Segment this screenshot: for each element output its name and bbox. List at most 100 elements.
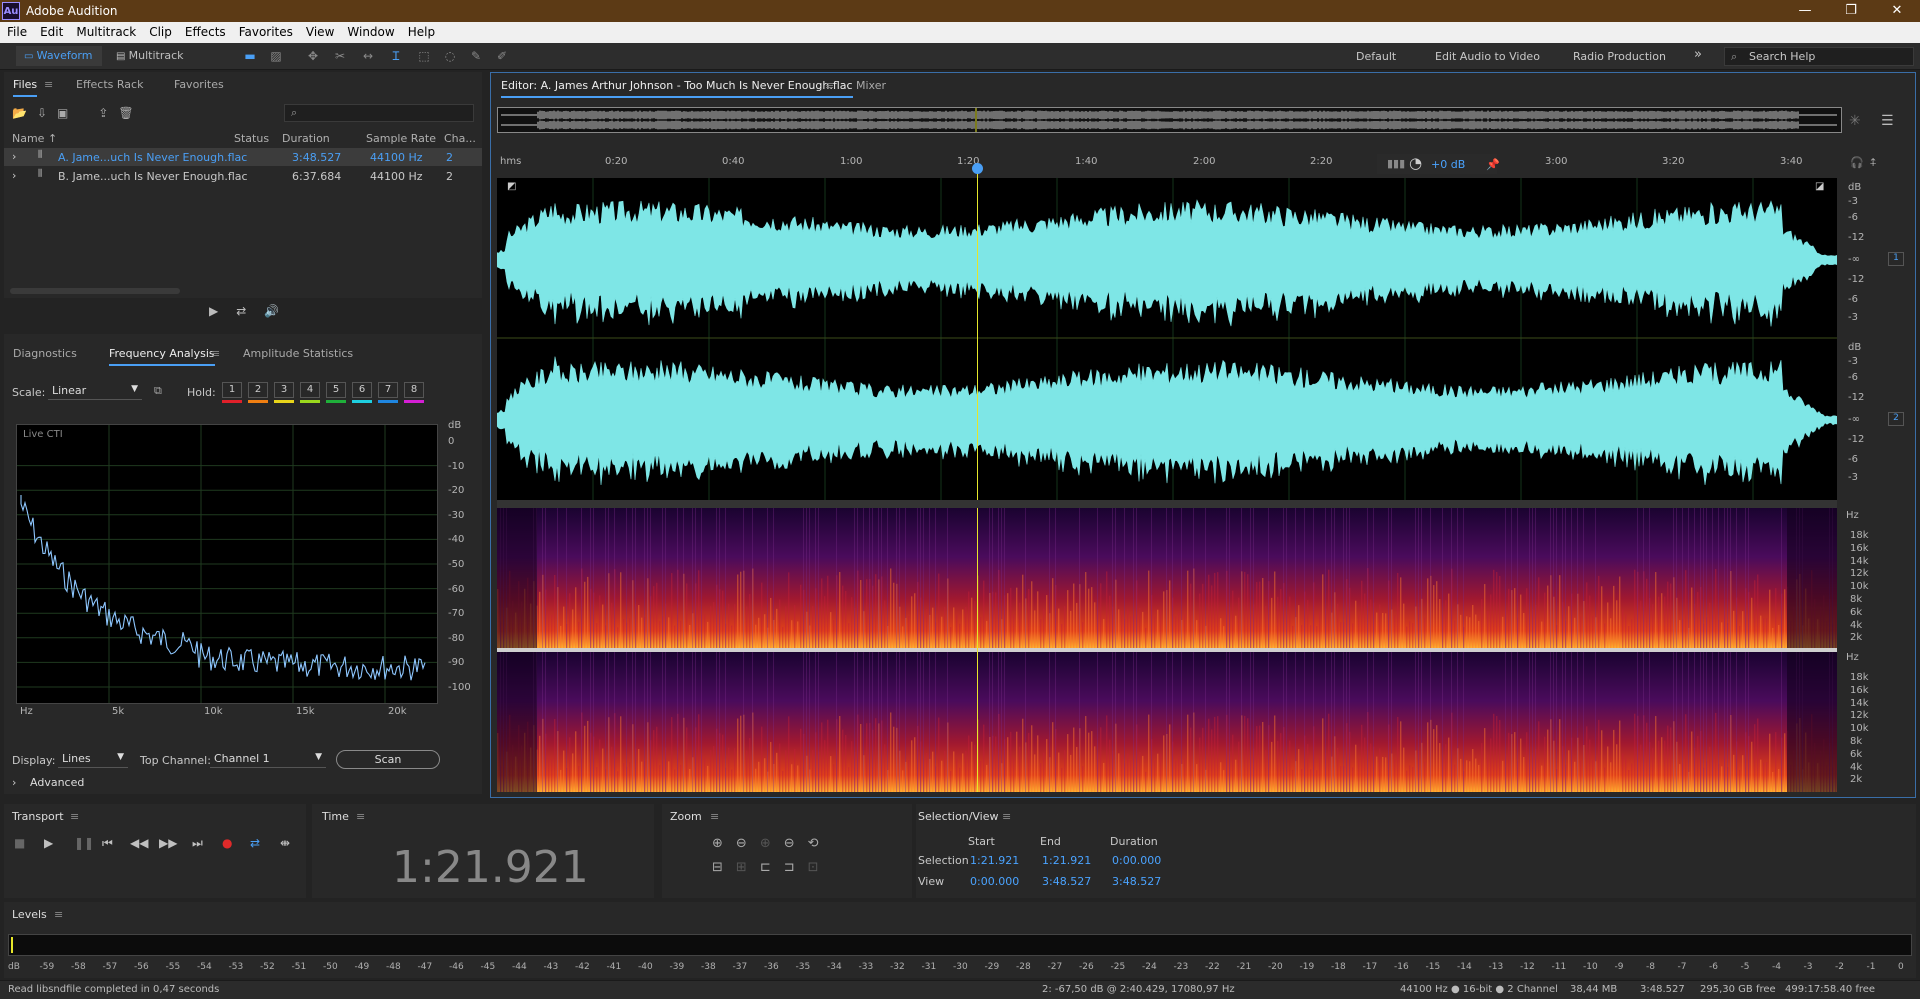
brush-tool-icon[interactable]: ✎ — [468, 49, 484, 63]
view-duration[interactable]: 3:48.527 — [1112, 875, 1161, 888]
hold-button-8[interactable]: 8 — [404, 382, 424, 398]
search-help-input[interactable]: ⌕ Search Help — [1724, 47, 1914, 66]
play-preview-icon[interactable]: ▶ — [209, 304, 236, 318]
panel-menu-icon[interactable]: ≡ — [70, 810, 79, 823]
panel-menu-icon[interactable]: ≡ — [1002, 810, 1011, 823]
settings-menu-icon[interactable]: ☰ — [1881, 113, 1894, 129]
spectral-display[interactable] — [497, 508, 1837, 792]
workspace-radio-production[interactable]: Radio Production — [1573, 50, 1666, 63]
advanced-expand-icon[interactable]: › — [12, 776, 16, 789]
menu-help[interactable]: Help — [401, 22, 441, 39]
zoom-out-amplitude-icon[interactable]: ⊖ — [736, 836, 760, 851]
view-end[interactable]: 3:48.527 — [1042, 875, 1091, 888]
marker-icon[interactable]: ⍏ — [1870, 156, 1877, 170]
selection-start[interactable]: 1:21.921 — [970, 854, 1019, 867]
zoom-in-time-icon[interactable]: ⊕ — [760, 836, 784, 851]
spectral-pitch-icon[interactable]: ▨ — [268, 49, 284, 63]
zoom-navigator-icon[interactable]: ✳ — [1849, 113, 1861, 129]
selection-end[interactable]: 1:21.921 — [1042, 854, 1091, 867]
hold-button-5[interactable]: 5 — [326, 382, 346, 398]
tab-effects-rack[interactable]: Effects Rack — [76, 78, 143, 91]
panel-menu-icon[interactable]: ≡ — [44, 78, 53, 91]
spectral-display-icon[interactable]: ▬ — [242, 49, 258, 63]
top-channel-dropdown[interactable]: Channel 1 ▼ — [210, 750, 326, 768]
hold-button-3[interactable]: 3 — [274, 382, 294, 398]
menu-window[interactable]: Window — [340, 22, 400, 39]
move-tool-icon[interactable]: ✥ — [305, 49, 321, 63]
col-name[interactable]: Name ↑ — [12, 132, 57, 145]
autoplay-icon[interactable]: 🔊 — [264, 304, 297, 318]
tab-files[interactable]: Files — [13, 78, 38, 97]
view-start[interactable]: 0:00.000 — [970, 875, 1019, 888]
razor-tool-icon[interactable]: ✂ — [332, 49, 348, 63]
hold-button-4[interactable]: 4 — [300, 382, 320, 398]
maximize-button[interactable]: ❐ — [1828, 0, 1874, 22]
tab-editor[interactable]: Editor: A. James Arthur Johnson - Too Mu… — [501, 79, 853, 98]
expand-icon[interactable]: › — [12, 169, 16, 182]
selection-duration[interactable]: 0:00.000 — [1112, 854, 1161, 867]
panel-menu-icon[interactable]: ≡ — [710, 810, 719, 823]
minimize-button[interactable]: — — [1782, 0, 1828, 22]
file-row[interactable]: › ⫼ B. Jame...uch Is Never Enough.flac 6… — [4, 167, 482, 185]
playhead[interactable] — [977, 167, 978, 500]
tab-frequency-analysis[interactable]: Frequency Analysis — [109, 347, 215, 366]
scan-button[interactable]: Scan — [336, 750, 440, 769]
delete-icon[interactable]: 🗑 — [118, 106, 143, 120]
tab-favorites[interactable]: Favorites — [174, 78, 224, 91]
multitrack-view-button[interactable]: ▤ Multitrack — [108, 46, 192, 66]
skip-end-button[interactable]: ⏭ — [192, 836, 203, 851]
menu-edit[interactable]: Edit — [33, 22, 69, 39]
panel-menu-icon[interactable]: ≡ — [825, 79, 834, 92]
panel-menu-icon[interactable]: ≡ — [211, 347, 220, 360]
time-selection-tool-icon[interactable]: Ɪ — [388, 49, 404, 63]
col-sample-rate[interactable]: Sample Rate — [366, 132, 436, 145]
menu-view[interactable]: View — [299, 22, 340, 39]
tab-amplitude-statistics[interactable]: Amplitude Statistics — [243, 347, 353, 360]
fade-in-handle-icon[interactable]: ◩ — [507, 181, 516, 192]
expand-icon[interactable]: › — [12, 150, 16, 163]
loop-preview-icon[interactable]: ⇄ — [236, 304, 264, 318]
lasso-tool-icon[interactable]: ◌ — [442, 49, 458, 63]
display-dropdown[interactable]: Lines ▼ — [58, 750, 128, 768]
tab-mixer[interactable]: Mixer — [856, 79, 886, 92]
workspace-default[interactable]: Default — [1356, 50, 1396, 63]
pause-button[interactable]: ❚❚ — [74, 836, 94, 850]
more-workspaces-icon[interactable]: » — [1694, 47, 1702, 62]
channel-2-toggle[interactable]: 2 — [1888, 412, 1904, 426]
insert-multitrack-icon[interactable]: ⇪ — [98, 106, 118, 120]
skip-start-button[interactable]: ⏮ — [102, 836, 113, 851]
playhead-spectral[interactable] — [977, 508, 978, 792]
time-display[interactable]: 1:21.921 — [392, 842, 589, 893]
overview-navigator[interactable] — [497, 107, 1842, 133]
col-duration[interactable]: Duration — [282, 132, 330, 145]
tab-diagnostics[interactable]: Diagnostics — [13, 347, 77, 360]
zoom-in-amplitude-icon[interactable]: ⊕ — [712, 836, 736, 851]
col-status[interactable]: Status — [234, 132, 269, 145]
menu-file[interactable]: File — [0, 22, 33, 39]
zoom-out-time-icon[interactable]: ⊖ — [784, 836, 808, 851]
hold-button-1[interactable]: 1 — [222, 382, 242, 398]
pin-icon[interactable]: 📌 — [1486, 158, 1500, 171]
close-button[interactable]: ✕ — [1874, 0, 1920, 22]
channel-1-toggle[interactable]: 1 — [1888, 252, 1904, 266]
zoom-fit-icon[interactable]: ⊡ — [808, 860, 832, 875]
loop-button[interactable]: ⇄ — [250, 836, 260, 850]
horizontal-scrollbar[interactable] — [10, 288, 180, 294]
hold-button-6[interactable]: 6 — [352, 382, 372, 398]
slip-tool-icon[interactable]: ↔ — [360, 49, 376, 63]
overlay-icon[interactable]: ⧉ — [154, 384, 162, 398]
panel-menu-icon[interactable]: ≡ — [54, 908, 63, 921]
advanced-toggle[interactable]: Advanced — [30, 776, 84, 789]
zoom-selection-icon[interactable]: ⊞ — [736, 860, 760, 875]
open-file-icon[interactable]: 📂 — [12, 106, 37, 120]
panel-menu-icon[interactable]: ≡ — [356, 810, 365, 823]
new-file-icon[interactable]: ▣ — [57, 106, 78, 120]
menu-favorites[interactable]: Favorites — [232, 22, 299, 39]
menu-multitrack[interactable]: Multitrack — [69, 22, 142, 39]
play-button[interactable]: ▶ — [44, 836, 53, 850]
hold-button-2[interactable]: 2 — [248, 382, 268, 398]
file-row-selected[interactable]: › ⫼ A. Jame...uch Is Never Enough.flac 3… — [4, 148, 482, 166]
rewind-button[interactable]: ◀◀ — [130, 836, 148, 850]
spectral-divider[interactable] — [497, 500, 1837, 508]
skip-selection-button[interactable]: ⇼ — [280, 836, 290, 850]
